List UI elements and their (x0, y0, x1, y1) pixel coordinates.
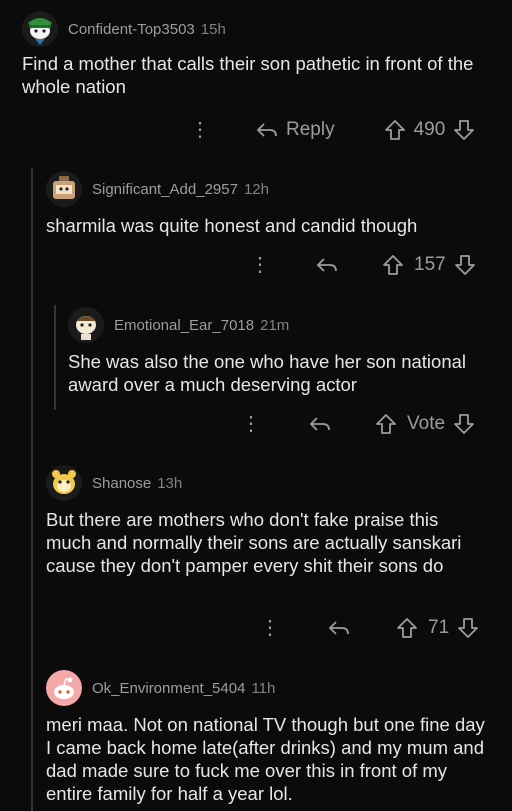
downvote-arrow-icon (458, 618, 479, 638)
downvote-button[interactable] (457, 617, 479, 639)
reply-button[interactable]: Reply (256, 119, 335, 141)
timestamp: 12h (243, 180, 269, 198)
timestamp: 21m (260, 316, 290, 334)
upvote-arrow-icon (376, 414, 396, 434)
username[interactable]: Confident-Top3503 (68, 21, 195, 38)
reply-button[interactable] (316, 256, 338, 274)
comment-header: Significant_Add_2957 12h (46, 170, 492, 208)
snoo-avatar-icon (52, 470, 76, 494)
upvote-button[interactable] (396, 617, 418, 639)
timestamp: 15h (200, 20, 226, 38)
comment-1-actions: ⋮ Reply 490 (190, 119, 475, 141)
username[interactable]: Emotional_Ear_7018 (114, 317, 254, 334)
comment-4: Shanose 13h But there are mothers who do… (46, 464, 492, 577)
avatar[interactable] (68, 307, 104, 343)
comment-header: Ok_Environment_5404 11h (46, 669, 492, 707)
comment-2-actions: ⋮ 157 (250, 254, 476, 276)
vote-score: 71 (428, 617, 450, 638)
upvote-arrow-icon (383, 255, 403, 275)
avatar[interactable] (46, 465, 82, 501)
comment-2: Significant_Add_2957 12h sharmila was qu… (46, 170, 492, 237)
downvote-button[interactable] (454, 254, 476, 276)
comment-1: Confident-Top3503 15h Find a mother that… (22, 10, 492, 98)
comment-text: Find a mother that calls their son pathe… (22, 53, 479, 97)
more-options-icon[interactable]: ⋮ (250, 255, 270, 275)
downvote-arrow-icon (454, 414, 474, 434)
snoo-avatar-icon (28, 18, 52, 45)
comment-text: sharmila was quite honest and candid tho… (46, 215, 418, 236)
avatar[interactable] (22, 11, 58, 47)
reply-label: Reply (286, 119, 335, 140)
comment-3: Emotional_Ear_7018 21m She was also the … (68, 306, 492, 396)
timestamp: 11h (251, 679, 276, 697)
comment-header: Emotional_Ear_7018 21m (68, 306, 492, 344)
username[interactable]: Shanose (92, 475, 151, 492)
thread-line-level-1[interactable] (31, 168, 33, 811)
avatar[interactable] (46, 670, 82, 706)
comment-header: Confident-Top3503 15h (22, 10, 492, 48)
comment-text: meri maa. Not on national TV though but … (46, 714, 490, 804)
avatar[interactable] (46, 171, 82, 207)
upvote-button[interactable] (375, 413, 397, 435)
downvote-button[interactable] (453, 413, 475, 435)
thread-line-level-2[interactable] (54, 305, 56, 410)
more-options-icon[interactable]: ⋮ (241, 414, 261, 434)
upvote-arrow-icon (397, 618, 417, 638)
reply-button[interactable] (309, 415, 331, 433)
comment-5: Ok_Environment_5404 11h meri maa. Not on… (46, 669, 492, 805)
reply-arrow-icon (256, 123, 277, 137)
comment-text: But there are mothers who don't fake pra… (46, 509, 467, 576)
upvote-button[interactable] (384, 119, 406, 141)
downvote-arrow-icon (454, 120, 475, 140)
vote-score: Vote (407, 413, 446, 434)
comment-4-actions: ⋮ 71 (260, 617, 479, 639)
vote-score: 157 (414, 254, 446, 275)
snoo-avatar-icon (53, 176, 75, 199)
comment-header: Shanose 13h (46, 464, 492, 502)
snoo-avatar-icon (54, 677, 74, 699)
snoo-avatar-icon (76, 316, 96, 340)
reply-arrow-icon (309, 417, 330, 431)
upvote-arrow-icon (384, 120, 405, 140)
vote-score: 490 (413, 119, 446, 140)
comment-3-actions: ⋮ Vote (241, 413, 475, 435)
timestamp: 13h (157, 474, 183, 492)
more-options-icon[interactable]: ⋮ (260, 618, 280, 638)
upvote-button[interactable] (382, 254, 404, 276)
username[interactable]: Significant_Add_2957 (92, 181, 238, 198)
username[interactable]: Ok_Environment_5404 (92, 680, 245, 697)
more-options-icon[interactable]: ⋮ (190, 120, 210, 140)
reply-arrow-icon (316, 258, 337, 272)
comment-text: She was also the one who have her son na… (68, 351, 472, 395)
downvote-button[interactable] (453, 119, 475, 141)
reply-arrow-icon (328, 621, 349, 635)
downvote-arrow-icon (454, 255, 475, 275)
reply-button[interactable] (328, 619, 350, 637)
